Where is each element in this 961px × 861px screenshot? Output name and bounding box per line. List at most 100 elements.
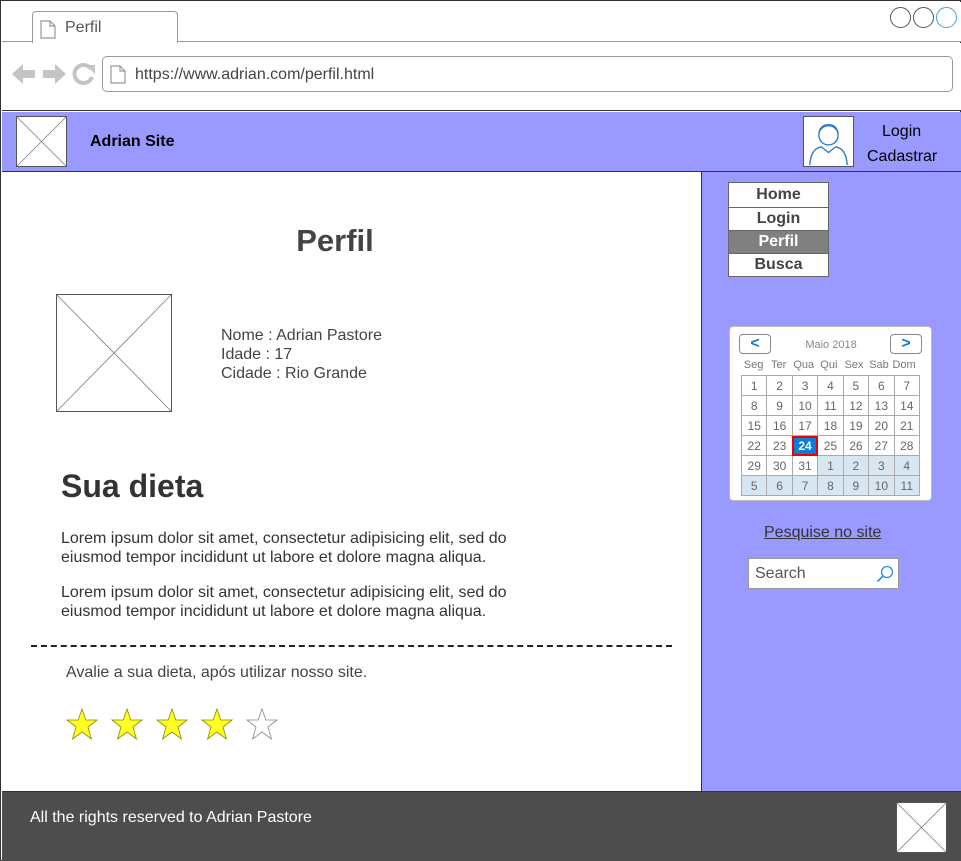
calendar-week: 22 23 24 25 26 27 28 <box>740 435 921 456</box>
calendar-week: 15 16 17 18 19 20 21 <box>740 415 921 436</box>
calendar-weekday: Qua <box>793 359 815 371</box>
page-icon <box>110 65 126 84</box>
calendar: < Maio 2018 > Seg Ter Qua Qui Sex Sab Dom 1234… <box>729 326 932 501</box>
close-button[interactable] <box>936 7 957 28</box>
rating-label: Avalie a sua dieta, após utilizar nosso … <box>66 664 368 681</box>
calendar-day[interactable]: 1 <box>817 455 844 476</box>
star-filled-icon[interactable] <box>156 708 188 742</box>
user-avatar-icon[interactable] <box>803 116 854 167</box>
minimize-button[interactable] <box>890 7 911 28</box>
search-box <box>748 558 899 589</box>
calendar-day[interactable]: 6 <box>868 375 895 396</box>
window-controls <box>890 7 957 28</box>
tab-title: Perfil <box>65 19 102 36</box>
profile-photo-image <box>56 294 172 412</box>
calendar-day[interactable]: 10 <box>791 395 819 416</box>
calendar-day[interactable]: 5 <box>740 475 768 496</box>
menu-item-home[interactable]: Home <box>728 182 829 208</box>
calendar-day[interactable]: 22 <box>740 435 768 456</box>
star-filled-icon[interactable] <box>201 708 233 742</box>
calendar-day[interactable]: 5 <box>842 375 870 396</box>
calendar-day[interactable]: 10 <box>868 475 895 496</box>
profile-name: Nome : Adrian Pastore <box>221 327 382 344</box>
calendar-day[interactable]: 4 <box>893 455 921 476</box>
profile-info: Nome : Adrian Pastore Idade : 17 Cidade … <box>221 326 382 383</box>
search-icon[interactable] <box>876 565 894 583</box>
maximize-button[interactable] <box>913 7 934 28</box>
calendar-grid: 1 2 3 4 5 6 7 8 9 10 11 12 13 14 15 16 17 18 19 20 21 22 23 24 2… <box>740 375 921 496</box>
calendar-day[interactable]: 30 <box>766 455 793 476</box>
calendar-day[interactable]: 17 <box>791 415 819 436</box>
star-filled-icon[interactable] <box>66 708 98 742</box>
menu-item-busca[interactable]: Busca <box>728 253 829 277</box>
address-bar: https://www.adrian.com/perfil.html <box>2 43 961 111</box>
calendar-day[interactable]: 4 <box>817 375 844 396</box>
calendar-day[interactable]: 29 <box>740 455 768 476</box>
calendar-weekdays: Seg Ter Qua Qui Sex Sab Dom <box>741 359 917 371</box>
calendar-day[interactable]: 28 <box>893 435 921 456</box>
calendar-day[interactable]: 27 <box>868 435 895 456</box>
calendar-day[interactable]: 2 <box>842 455 870 476</box>
header-signup-link[interactable]: Cadastrar <box>867 148 937 166</box>
calendar-month-title: Maio 2018 <box>805 339 857 351</box>
forward-arrow-icon[interactable] <box>42 63 66 85</box>
menu-item-perfil[interactable]: Perfil <box>728 230 829 254</box>
calendar-weekday: Qui <box>820 359 838 371</box>
tab-bar: Perfil <box>2 2 961 43</box>
diet-paragraph: Lorem ipsum dolor sit amet, consectetur … <box>61 584 507 620</box>
menu-item-login[interactable]: Login <box>728 207 829 231</box>
url-text: https://www.adrian.com/perfil.html <box>135 66 375 83</box>
calendar-day[interactable]: 12 <box>842 395 870 416</box>
star-filled-icon[interactable] <box>111 708 143 742</box>
site-name[interactable]: Adrian Site <box>90 133 174 151</box>
calendar-weekday: Seg <box>743 359 764 371</box>
calendar-day[interactable]: 2 <box>766 375 793 396</box>
footer-logo-image <box>896 802 947 853</box>
calendar-day[interactable]: 26 <box>842 435 870 456</box>
search-input[interactable] <box>749 559 874 588</box>
calendar-day-selected[interactable]: 24 <box>791 435 819 456</box>
refresh-icon[interactable] <box>72 63 96 85</box>
site-logo-image[interactable] <box>16 116 67 167</box>
profile-city: Cidade : Rio Grande <box>221 365 367 382</box>
calendar-day[interactable]: 14 <box>893 395 921 416</box>
calendar-day[interactable]: 11 <box>817 395 844 416</box>
calendar-day[interactable]: 6 <box>766 475 793 496</box>
star-empty-icon[interactable] <box>246 708 278 742</box>
calendar-day[interactable]: 16 <box>766 415 793 436</box>
calendar-day[interactable]: 8 <box>817 475 844 496</box>
back-arrow-icon[interactable] <box>12 63 36 85</box>
calendar-day[interactable]: 1 <box>740 375 768 396</box>
calendar-day[interactable]: 8 <box>740 395 768 416</box>
calendar-day[interactable]: 25 <box>817 435 844 456</box>
browser-tab[interactable]: Perfil <box>32 11 178 43</box>
calendar-day[interactable]: 20 <box>868 415 895 436</box>
browser-window: Perfil https://www.adrian.com/perfil.htm… <box>0 0 961 861</box>
calendar-day[interactable]: 7 <box>893 375 921 396</box>
calendar-next-button[interactable]: > <box>890 334 922 354</box>
star-rating[interactable] <box>66 708 278 742</box>
calendar-day[interactable]: 18 <box>817 415 844 436</box>
calendar-day[interactable]: 3 <box>791 375 819 396</box>
calendar-prev-button[interactable]: < <box>739 334 771 354</box>
calendar-day[interactable]: 31 <box>791 455 819 476</box>
calendar-week: 8 9 10 11 12 13 14 <box>740 395 921 416</box>
calendar-day[interactable]: 9 <box>766 395 793 416</box>
calendar-day[interactable]: 23 <box>766 435 793 456</box>
calendar-day[interactable]: 15 <box>740 415 768 436</box>
calendar-day[interactable]: 7 <box>791 475 819 496</box>
header-login-link[interactable]: Login <box>882 123 921 141</box>
search-site-link[interactable]: Pesquise no site <box>764 524 881 542</box>
calendar-day[interactable]: 9 <box>842 475 870 496</box>
calendar-day[interactable]: 3 <box>868 455 895 476</box>
calendar-day[interactable]: 13 <box>868 395 895 416</box>
calendar-weekday: Sex <box>844 359 864 371</box>
dashed-divider <box>31 645 672 647</box>
calendar-day[interactable]: 21 <box>893 415 921 436</box>
calendar-day[interactable]: 11 <box>893 475 921 496</box>
nav-menu: Home Login Perfil Busca <box>728 182 829 277</box>
url-field[interactable]: https://www.adrian.com/perfil.html <box>102 56 953 92</box>
calendar-day[interactable]: 19 <box>842 415 870 436</box>
calendar-weekday: Sab <box>869 359 889 371</box>
page-icon <box>40 20 56 39</box>
